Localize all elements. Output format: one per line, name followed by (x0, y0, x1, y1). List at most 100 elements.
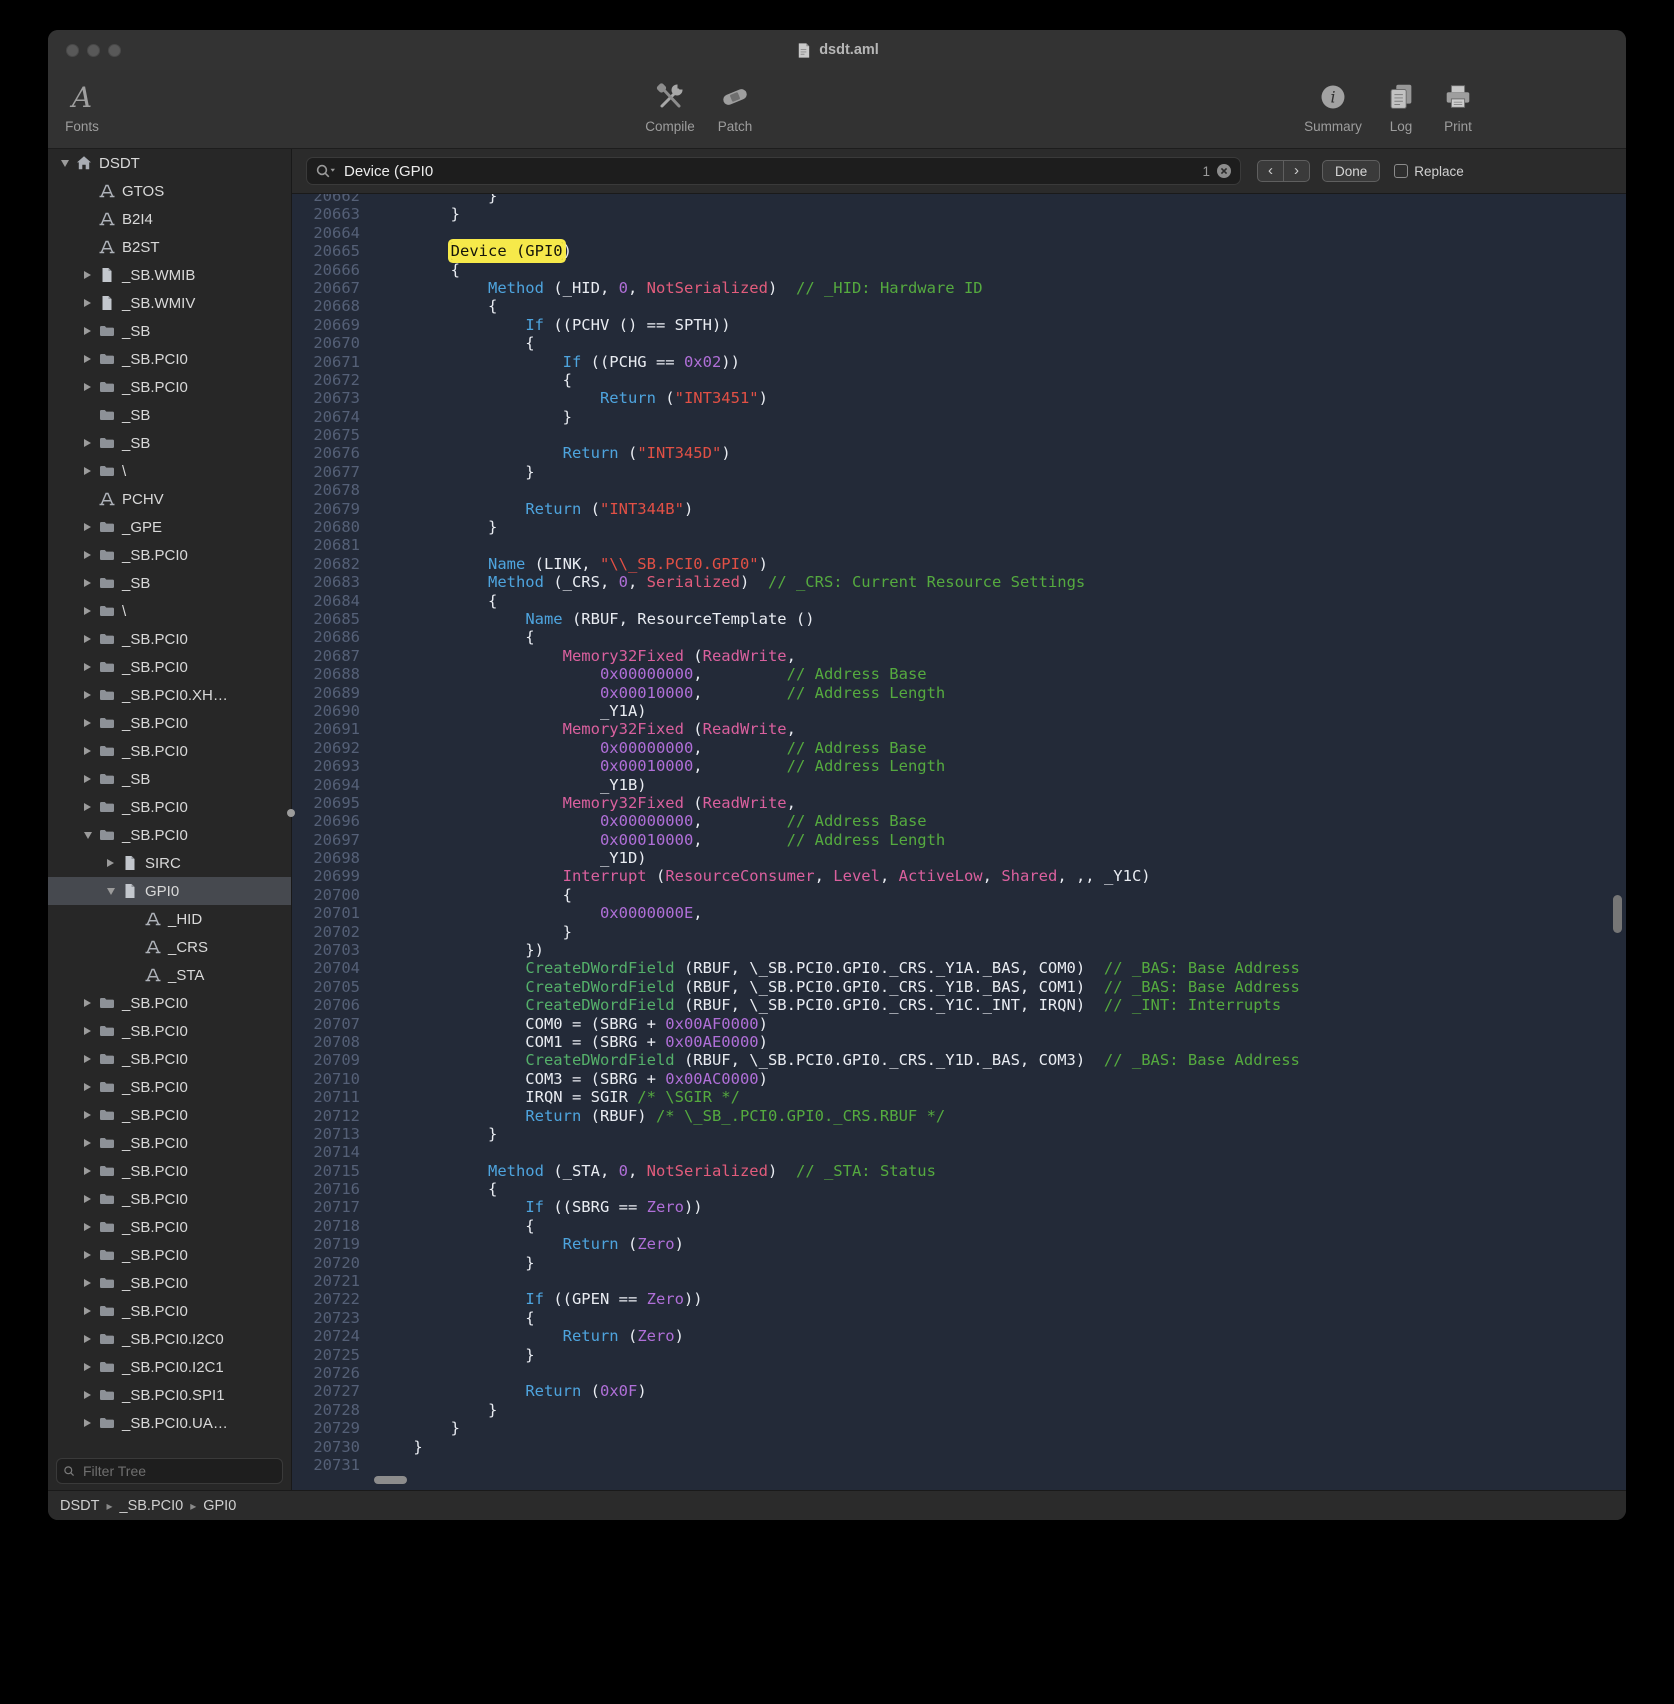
tree-item[interactable]: _SB.PCI0 (48, 1185, 291, 1213)
replace-checkbox[interactable] (1394, 164, 1408, 178)
tree-item[interactable]: _SB.PCI0 (48, 821, 291, 849)
disclosure-triangle[interactable] (79, 775, 96, 783)
tree-item[interactable]: _SB.PCI0 (48, 1101, 291, 1129)
tree-item[interactable]: _SB.PCI0.XH… (48, 681, 291, 709)
disclosure-triangle[interactable] (79, 1391, 96, 1399)
disclosure-triangle[interactable] (79, 607, 96, 615)
tree-item[interactable]: _STA (48, 961, 291, 989)
find-input[interactable] (342, 162, 1196, 181)
tree-item[interactable]: _SB (48, 401, 291, 429)
disclosure-triangle[interactable] (79, 327, 96, 335)
tree-item[interactable]: _SB.PCI0 (48, 1017, 291, 1045)
tree-item[interactable]: _SB.PCI0.UA… (48, 1409, 291, 1437)
disclosure-triangle[interactable] (79, 663, 96, 671)
tree-item[interactable]: _SB.PCI0.I2C1 (48, 1353, 291, 1381)
find-previous-button[interactable]: ‹ (1257, 160, 1284, 182)
tree-item[interactable]: \ (48, 457, 291, 485)
disclosure-triangle[interactable] (79, 1307, 96, 1315)
disclosure-triangle[interactable] (102, 888, 119, 895)
tree-item[interactable]: _SB.PCI0.SPI1 (48, 1381, 291, 1409)
minimize-button[interactable] (87, 44, 100, 57)
disclosure-triangle[interactable] (79, 747, 96, 755)
breadcrumb-item[interactable]: GPI0 (203, 1498, 236, 1514)
disclosure-triangle[interactable] (79, 1027, 96, 1035)
tree-item[interactable]: _SB.PCI0 (48, 989, 291, 1017)
tree-item[interactable]: _SB.PCI0 (48, 1213, 291, 1241)
disclosure-triangle[interactable] (79, 1363, 96, 1371)
disclosure-triangle[interactable] (102, 859, 119, 867)
horizontal-scrollbar[interactable] (374, 1476, 407, 1484)
tree-item[interactable]: PCHV (48, 485, 291, 513)
breadcrumb-item[interactable]: _SB.PCI0 (120, 1498, 184, 1514)
tree-item[interactable]: _SB.PCI0 (48, 1269, 291, 1297)
zoom-button[interactable] (108, 44, 121, 57)
filter-tree-field[interactable] (56, 1458, 283, 1484)
disclosure-triangle[interactable] (79, 803, 96, 811)
fonts-button[interactable]: A Fonts (48, 77, 116, 134)
tree-item[interactable]: _GPE (48, 513, 291, 541)
disclosure-triangle[interactable] (79, 1055, 96, 1063)
disclosure-triangle[interactable] (79, 579, 96, 587)
disclosure-triangle[interactable] (79, 355, 96, 363)
tree-item[interactable]: _SB.PCI0 (48, 709, 291, 737)
find-next-button[interactable]: › (1283, 160, 1310, 182)
disclosure-triangle[interactable] (79, 1083, 96, 1091)
disclosure-triangle[interactable] (79, 1111, 96, 1119)
tree-item[interactable]: _SB.PCI0 (48, 1297, 291, 1325)
breadcrumb-item[interactable]: DSDT (60, 1498, 99, 1514)
tree-item[interactable]: DSDT (48, 149, 291, 177)
filter-tree-input[interactable] (81, 1462, 276, 1480)
tree-item[interactable]: _SB.PCI0 (48, 1045, 291, 1073)
print-button[interactable]: Print (1420, 77, 1496, 134)
close-button[interactable] (66, 44, 79, 57)
disclosure-triangle[interactable] (79, 832, 96, 839)
vertical-scrollbar[interactable] (1613, 895, 1622, 933)
tree-item[interactable]: SIRC (48, 849, 291, 877)
disclosure-triangle[interactable] (79, 1223, 96, 1231)
tree-item[interactable]: _SB.PCI0 (48, 541, 291, 569)
disclosure-triangle[interactable] (79, 719, 96, 727)
summary-button[interactable]: i Summary (1295, 77, 1371, 134)
patch-button[interactable]: Patch (697, 77, 773, 134)
tree-item[interactable]: _HID (48, 905, 291, 933)
disclosure-triangle[interactable] (79, 691, 96, 699)
disclosure-triangle[interactable] (79, 1419, 96, 1427)
tree-item[interactable]: _SB.PCI0 (48, 1129, 291, 1157)
disclosure-triangle[interactable] (79, 299, 96, 307)
tree-item[interactable]: _SB (48, 765, 291, 793)
tree-item[interactable]: \ (48, 597, 291, 625)
tree-item[interactable]: _SB.PCI0 (48, 653, 291, 681)
disclosure-triangle[interactable] (56, 160, 73, 167)
tree-item[interactable]: _SB.PCI0 (48, 793, 291, 821)
tree-item[interactable]: _SB.PCI0.I2C0 (48, 1325, 291, 1353)
disclosure-triangle[interactable] (79, 1139, 96, 1147)
done-button[interactable]: Done (1322, 160, 1380, 182)
tree-item[interactable]: GTOS (48, 177, 291, 205)
tree-item[interactable]: _SB.WMIB (48, 261, 291, 289)
disclosure-triangle[interactable] (79, 523, 96, 531)
tree-item[interactable]: B2I4 (48, 205, 291, 233)
tree-item[interactable]: _SB.PCI0 (48, 1157, 291, 1185)
disclosure-triangle[interactable] (79, 1335, 96, 1343)
disclosure-triangle[interactable] (79, 1167, 96, 1175)
disclosure-triangle[interactable] (79, 271, 96, 279)
tree-item[interactable]: B2ST (48, 233, 291, 261)
find-field[interactable]: 1 (306, 157, 1241, 185)
disclosure-triangle[interactable] (79, 383, 96, 391)
disclosure-triangle[interactable] (79, 635, 96, 643)
disclosure-triangle[interactable] (79, 467, 96, 475)
search-menu-icon[interactable] (315, 163, 336, 179)
tree-item[interactable]: _SB.PCI0 (48, 373, 291, 401)
tree-item[interactable]: _SB.PCI0 (48, 1073, 291, 1101)
disclosure-triangle[interactable] (79, 439, 96, 447)
tree-item[interactable]: _SB.PCI0 (48, 345, 291, 373)
tree-item[interactable]: _SB (48, 317, 291, 345)
tree-item[interactable]: GPI0 (48, 877, 291, 905)
tree-item[interactable]: _CRS (48, 933, 291, 961)
disclosure-triangle[interactable] (79, 1251, 96, 1259)
split-handle[interactable] (287, 809, 295, 817)
tree-item[interactable]: _SB (48, 569, 291, 597)
tree-item[interactable]: _SB.WMIV (48, 289, 291, 317)
disclosure-triangle[interactable] (79, 1279, 96, 1287)
tree-item[interactable]: _SB.PCI0 (48, 1241, 291, 1269)
